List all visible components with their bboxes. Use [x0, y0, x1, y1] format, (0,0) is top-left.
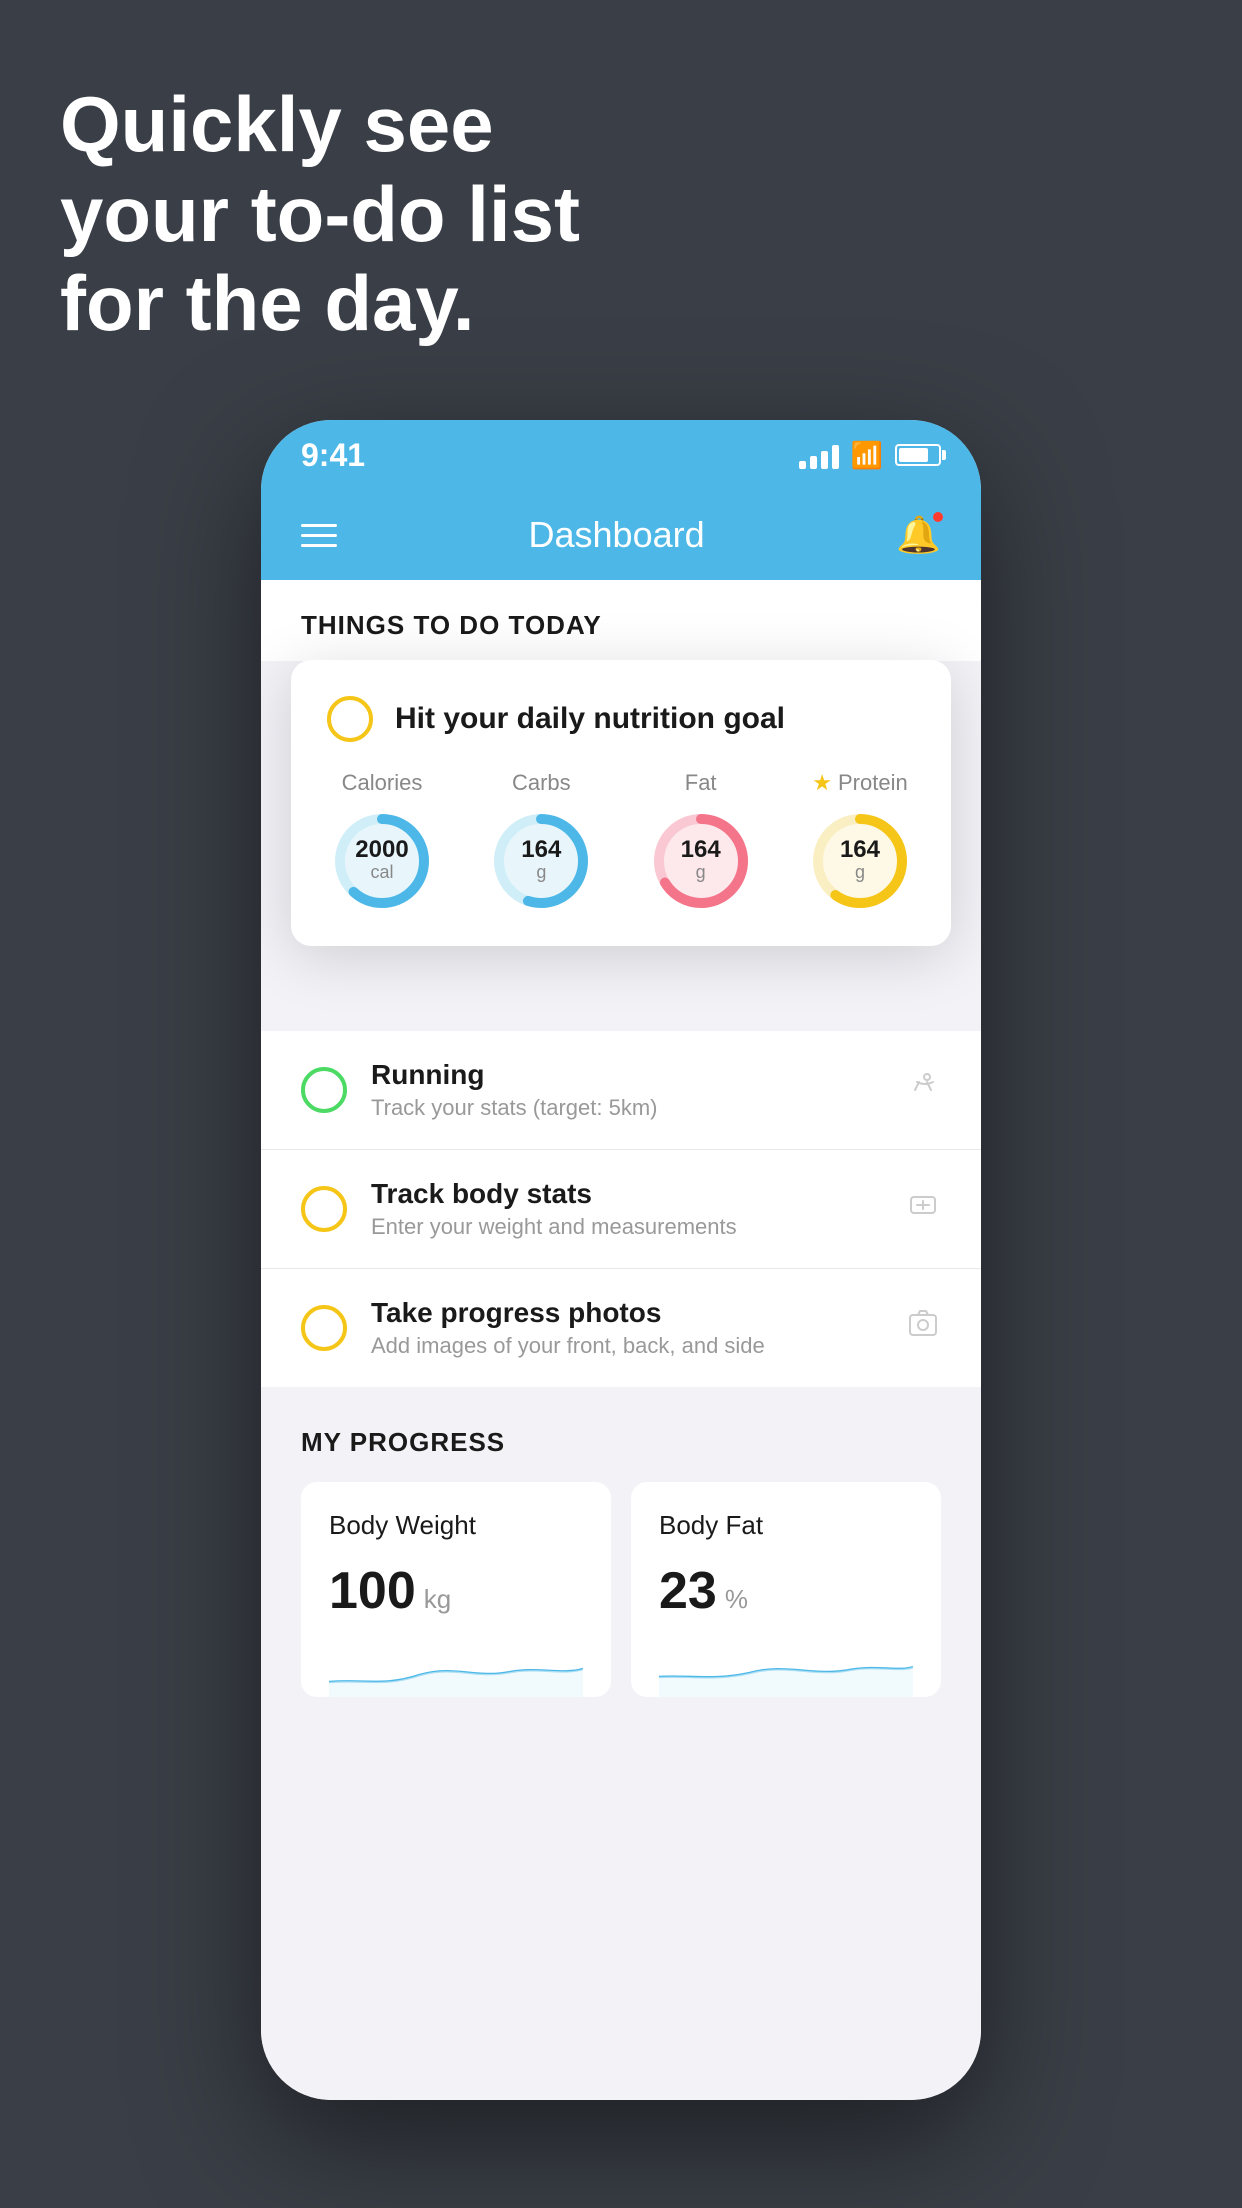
star-icon: ★ — [812, 770, 832, 796]
nutrition-protein: ★ Protein 164 g — [805, 770, 915, 916]
body-stats-info: Track body stats Enter your weight and m… — [371, 1178, 881, 1240]
notification-bell-icon[interactable]: 🔔 — [896, 514, 941, 556]
body-fat-title: Body Fat — [659, 1510, 913, 1541]
headline: Quickly see your to-do list for the day. — [60, 80, 580, 349]
photos-circle-check[interactable] — [301, 1305, 347, 1351]
carbs-donut: 164 g — [486, 806, 596, 916]
progress-cards: Body Weight 100 kg Body Fat — [301, 1482, 941, 1697]
carbs-label: Carbs — [512, 770, 571, 796]
body-fat-value: 23 — [659, 1561, 717, 1621]
body-fat-value-row: 23 % — [659, 1561, 913, 1621]
nutrition-task-row: Hit your daily nutrition goal — [327, 696, 915, 742]
body-weight-sparkline — [329, 1637, 583, 1697]
running-info: Running Track your stats (target: 5km) — [371, 1059, 881, 1121]
nutrition-card: Hit your daily nutrition goal Calories 2… — [291, 660, 951, 946]
nutrition-fat: Fat 164 g — [646, 770, 756, 916]
progress-section: MY PROGRESS Body Weight 100 kg — [261, 1387, 981, 1717]
photos-info: Take progress photos Add images of your … — [371, 1297, 881, 1359]
running-sub: Track your stats (target: 5km) — [371, 1095, 881, 1121]
task-progress-photos[interactable]: Take progress photos Add images of your … — [261, 1269, 981, 1387]
nutrition-carbs: Carbs 164 g — [486, 770, 596, 916]
task-body-stats[interactable]: Track body stats Enter your weight and m… — [261, 1150, 981, 1269]
fat-value: 164 — [681, 838, 721, 862]
things-section-header: THINGS TO DO TODAY — [261, 580, 981, 661]
protein-label: Protein — [838, 770, 908, 796]
body-stats-name: Track body stats — [371, 1178, 881, 1210]
signal-icon — [799, 441, 839, 469]
running-circle-check[interactable] — [301, 1067, 347, 1113]
task-running[interactable]: Running Track your stats (target: 5km) — [261, 1031, 981, 1150]
calories-donut: 2000 cal — [327, 806, 437, 916]
photos-name: Take progress photos — [371, 1297, 881, 1329]
status-icons: 📶 — [799, 440, 941, 471]
fat-donut: 164 g — [646, 806, 756, 916]
nutrition-grid: Calories 2000 cal — [327, 770, 915, 916]
protein-value: 164 — [840, 838, 880, 862]
protein-label-row: ★ Protein — [812, 770, 907, 796]
calories-value: 2000 — [355, 838, 408, 862]
notification-dot — [931, 510, 945, 524]
wifi-icon: 📶 — [851, 440, 883, 471]
progress-title: MY PROGRESS — [301, 1427, 941, 1458]
body-weight-value: 100 — [329, 1561, 416, 1621]
phone-content: THINGS TO DO TODAY Hit your daily nutrit… — [261, 580, 981, 2100]
body-weight-value-row: 100 kg — [329, 1561, 583, 1621]
calories-unit: cal — [355, 862, 408, 884]
phone-mockup: 9:41 📶 Dashboard 🔔 THINGS TO — [261, 420, 981, 2100]
body-stats-circle-check[interactable] — [301, 1186, 347, 1232]
battery-icon — [895, 444, 941, 466]
things-section-title: THINGS TO DO TODAY — [301, 610, 941, 641]
app-header: Dashboard 🔔 — [261, 490, 981, 580]
carbs-unit: g — [521, 862, 561, 884]
status-time: 9:41 — [301, 437, 365, 474]
status-bar: 9:41 📶 — [261, 420, 981, 490]
running-icon — [905, 1068, 941, 1113]
body-weight-card[interactable]: Body Weight 100 kg — [301, 1482, 611, 1697]
fat-unit: g — [681, 862, 721, 884]
body-fat-sparkline — [659, 1637, 913, 1697]
header-title: Dashboard — [529, 514, 705, 556]
nutrition-task-label: Hit your daily nutrition goal — [395, 702, 785, 736]
body-weight-title: Body Weight — [329, 1510, 583, 1541]
nutrition-circle-check[interactable] — [327, 696, 373, 742]
photos-icon — [905, 1306, 941, 1351]
running-name: Running — [371, 1059, 881, 1091]
protein-donut: 164 g — [805, 806, 915, 916]
fat-label: Fat — [685, 770, 717, 796]
calories-label: Calories — [342, 770, 423, 796]
hamburger-menu[interactable] — [301, 524, 337, 547]
body-stats-sub: Enter your weight and measurements — [371, 1214, 881, 1240]
nutrition-calories: Calories 2000 cal — [327, 770, 437, 916]
protein-unit: g — [840, 862, 880, 884]
task-list: Running Track your stats (target: 5km) T… — [261, 1031, 981, 1387]
body-stats-icon — [905, 1187, 941, 1232]
carbs-value: 164 — [521, 838, 561, 862]
photos-sub: Add images of your front, back, and side — [371, 1333, 881, 1359]
body-fat-unit: % — [725, 1584, 748, 1615]
body-weight-unit: kg — [424, 1584, 451, 1615]
body-fat-card[interactable]: Body Fat 23 % — [631, 1482, 941, 1697]
